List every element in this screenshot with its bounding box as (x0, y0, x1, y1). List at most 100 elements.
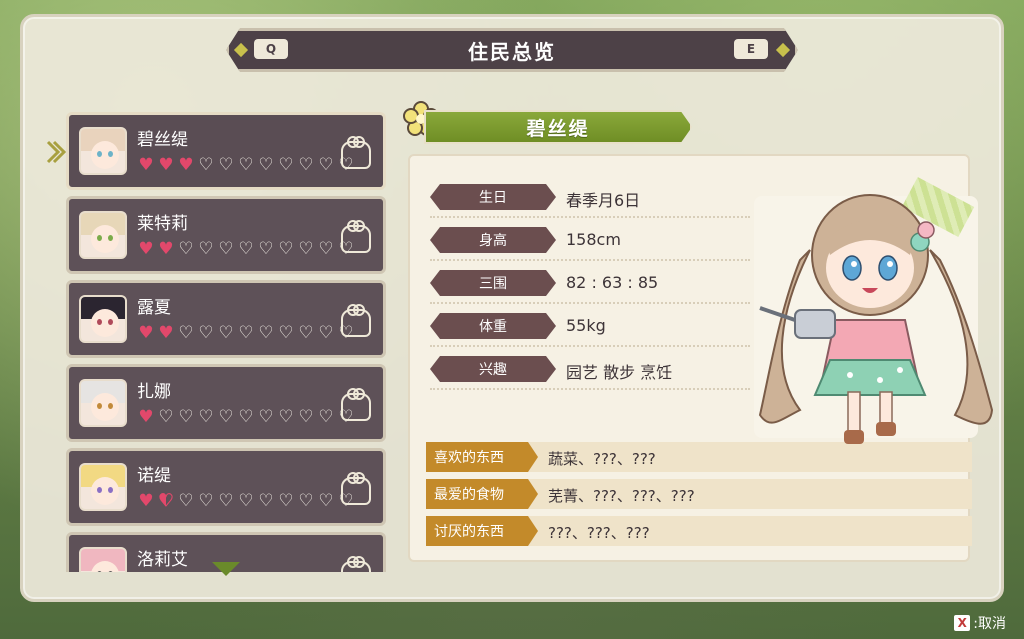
gift-icon (341, 556, 371, 572)
heart-filled-icon: ♥ (138, 155, 154, 175)
affection-hearts: ♥ ♥ ♡ ♡ ♡ ♡ ♡ ♡ ♡ ♡ ♡ (137, 241, 355, 258)
heart-filled-icon: ♥ (158, 323, 174, 343)
divider (430, 388, 750, 390)
heart-empty-icon: ♡ (258, 491, 274, 511)
heart-empty-icon: ♡ (258, 407, 274, 427)
name-banner: 碧丝缇 (424, 110, 692, 144)
preference-value: 芜菁、???、???、??? (548, 487, 695, 505)
heart-empty-icon: ♡ (218, 239, 234, 259)
resident-card[interactable]: 诺缇 ♥ ♥ ♡ ♡ ♡ ♡ ♡ ♡ ♡ ♡ ♡ (66, 448, 386, 526)
heart-empty-icon: ♡ (298, 239, 314, 259)
heart-empty-icon: ♡ (158, 407, 174, 427)
stat-label: 生日 (430, 184, 556, 210)
heart-empty-icon: ♡ (298, 323, 314, 343)
affection-hearts: ♥ ♥ ♥ ♡ ♡ ♡ ♡ ♡ ♡ ♡ ♡ (137, 157, 355, 174)
next-page-button[interactable]: E (734, 39, 768, 59)
avatar (79, 295, 127, 343)
avatar (79, 379, 127, 427)
heart-empty-icon: ♡ (178, 239, 194, 259)
avatar (79, 127, 127, 175)
preference-row: 最爱的食物 芜菁、???、???、??? (426, 479, 972, 509)
heart-empty-icon: ♡ (198, 323, 214, 343)
heart-empty-icon: ♡ (198, 407, 214, 427)
heart-empty-icon: ♡ (218, 155, 234, 175)
divider (430, 259, 750, 261)
heart-empty-icon: ♡ (258, 155, 274, 175)
resident-card[interactable]: 莱特莉 ♥ ♥ ♡ ♡ ♡ ♡ ♡ ♡ ♡ ♡ ♡ (66, 196, 386, 274)
heart-empty-icon: ♡ (198, 155, 214, 175)
gift-icon (341, 388, 371, 421)
stat-label: 体重 (430, 313, 556, 339)
heart-empty-icon: ♡ (238, 491, 254, 511)
stat-label: 兴趣 (430, 356, 556, 382)
heart-empty-icon: ♡ (318, 155, 334, 175)
stat-row: 三围 82 : 63 : 85 (430, 266, 750, 304)
profile-name: 碧丝缇 (526, 117, 590, 140)
resident-card[interactable]: 露夏 ♥ ♥ ♡ ♡ ♡ ♡ ♡ ♡ ♡ ♡ ♡ (66, 280, 386, 358)
heart-filled-icon: ♥ (158, 239, 174, 259)
resident-list[interactable]: 碧丝缇 ♥ ♥ ♥ ♡ ♡ ♡ ♡ ♡ ♡ ♡ ♡ 莱特莉 ♥ ♥ ♡ ♡ ♡ ♡ ♡ ♡ ♡ ♡ ♡ 露夏 ♥ ♥ ♡ ♡ ♡ ♡ ♡ ♡ ♡ ♡… (66, 112, 386, 572)
divider (430, 345, 750, 347)
heart-empty-icon: ♡ (178, 323, 194, 343)
heart-filled-icon: ♥ (138, 323, 154, 343)
heart-empty-icon: ♡ (238, 239, 254, 259)
heart-filled-icon: ♥ (158, 155, 174, 175)
heart-empty-icon: ♡ (298, 155, 314, 175)
resident-name: 莱特莉 (137, 214, 188, 234)
resident-name: 洛莉艾 (137, 550, 188, 570)
stat-value: 园艺 散步 烹饪 (566, 363, 673, 382)
preference-label: 最爱的食物 (426, 479, 538, 509)
heart-empty-icon: ♡ (278, 155, 294, 175)
heart-empty-icon: ♡ (318, 323, 334, 343)
heart-empty-icon: ♡ (198, 491, 214, 511)
prev-page-button[interactable]: Q (254, 39, 288, 59)
cancel-hint[interactable]: X :取消 (954, 613, 1006, 633)
avatar (79, 547, 127, 572)
affection-hearts: ♥ ♡ ♡ ♡ ♡ ♡ ♡ ♡ ♡ ♡ ♡ (137, 409, 355, 426)
resident-card[interactable]: 扎娜 ♥ ♡ ♡ ♡ ♡ ♡ ♡ ♡ ♡ ♡ ♡ (66, 364, 386, 442)
gift-icon (341, 136, 371, 169)
title-bar: 住民总览 (226, 28, 798, 72)
preference-row: 讨厌的东西 ???、???、??? (426, 516, 972, 546)
stat-row: 身高 158cm (430, 223, 750, 261)
gift-icon (341, 472, 371, 505)
heart-empty-icon: ♡ (298, 407, 314, 427)
divider (430, 302, 750, 304)
gift-icon (341, 220, 371, 253)
avatar (79, 211, 127, 259)
heart-empty-icon: ♡ (278, 491, 294, 511)
heart-filled-icon: ♥ (138, 407, 154, 427)
gift-icon (341, 304, 371, 337)
stat-row: 体重 55kg (430, 309, 750, 347)
heart-empty-icon: ♡ (298, 491, 314, 511)
resident-name: 碧丝缇 (137, 130, 188, 150)
character-portrait (758, 194, 994, 444)
heart-empty-icon: ♡ (258, 239, 274, 259)
heart-empty-icon: ♡ (238, 323, 254, 343)
preference-value: 蔬菜、???、??? (548, 450, 656, 468)
heart-empty-icon: ♡ (218, 323, 234, 343)
page-title: 住民总览 (468, 39, 556, 64)
stat-value: 55kg (566, 316, 606, 335)
stat-row: 兴趣 园艺 散步 烹饪 (430, 352, 750, 390)
resident-name: 露夏 (137, 298, 171, 318)
stat-row: 生日 春季月6日 (430, 180, 750, 218)
heart-empty-icon: ♡ (278, 407, 294, 427)
affection-hearts: ♥ ♥ ♡ ♡ ♡ ♡ ♡ ♡ ♡ ♡ ♡ (137, 325, 355, 342)
stat-label: 身高 (430, 227, 556, 253)
heart-empty-icon: ♡ (238, 155, 254, 175)
stat-value: 82 : 63 : 85 (566, 273, 659, 292)
preference-label: 喜欢的东西 (426, 442, 538, 472)
resident-name: 诺缇 (137, 466, 171, 486)
heart-empty-icon: ♡ (278, 239, 294, 259)
heart-empty-icon: ♡ (278, 323, 294, 343)
heart-empty-icon: ♡ (318, 491, 334, 511)
heart-filled-icon: ♥ (158, 491, 174, 511)
resident-card[interactable]: 碧丝缇 ♥ ♥ ♥ ♡ ♡ ♡ ♡ ♡ ♡ ♡ ♡ (66, 112, 386, 190)
avatar (79, 463, 127, 511)
stat-value: 春季月6日 (566, 191, 641, 210)
stat-label: 三围 (430, 270, 556, 296)
heart-empty-icon: ♡ (178, 407, 194, 427)
heart-empty-icon: ♡ (218, 407, 234, 427)
resident-name: 扎娜 (137, 382, 171, 402)
